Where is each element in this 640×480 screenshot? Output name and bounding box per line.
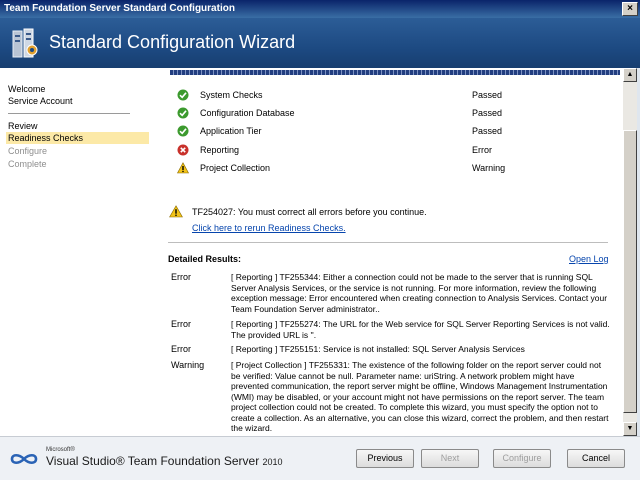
- success-icon: [177, 89, 189, 101]
- success-icon: [177, 125, 189, 137]
- check-row: Configuration Database Passed: [177, 107, 617, 121]
- product-brand: Visual Studio® Team Foundation Server 20…: [46, 454, 283, 468]
- warning-icon: [177, 162, 189, 174]
- check-row: Project Collection Warning: [177, 162, 617, 176]
- previous-button[interactable]: Previous: [356, 449, 414, 468]
- check-name: Project Collection: [200, 163, 271, 173]
- check-row: Application Tier Passed: [177, 125, 617, 139]
- next-button: Next: [421, 449, 479, 468]
- wizard-steps-sidebar: Welcome Service Account Review Readiness…: [0, 68, 155, 436]
- check-status: Passed: [472, 90, 503, 100]
- warning-icon: [169, 205, 183, 218]
- progress-bar: [170, 70, 620, 75]
- check-status: Passed: [472, 108, 503, 118]
- check-row: Reporting Error: [177, 144, 617, 158]
- open-log-link[interactable]: Open Log: [569, 254, 609, 264]
- wizard-footer: Microsoft® Visual Studio® Team Foundatio…: [0, 436, 640, 480]
- step-readiness-checks[interactable]: Readiness Checks: [6, 132, 149, 144]
- step-welcome[interactable]: Welcome: [8, 83, 45, 95]
- scroll-up-button[interactable]: ▲: [623, 68, 637, 82]
- step-service-account[interactable]: Service Account: [8, 95, 73, 107]
- wizard-title: Standard Configuration Wizard: [49, 32, 296, 52]
- check-status: Passed: [472, 126, 503, 136]
- window-titlebar: Team Foundation Server Standard Configur…: [0, 0, 640, 18]
- cancel-button[interactable]: Cancel: [567, 449, 625, 468]
- errors-message: TF254027: You must correct all errors be…: [192, 207, 427, 217]
- server-config-icon: [12, 28, 38, 58]
- detail-type: Error: [171, 344, 191, 354]
- detailed-results-heading: Detailed Results:: [168, 254, 242, 264]
- check-name: Reporting: [200, 145, 240, 155]
- window-title: Team Foundation Server Standard Configur…: [4, 3, 235, 14]
- results-scrollbar[interactable]: ▲ ▼: [623, 68, 637, 436]
- check-status: Error: [472, 145, 492, 155]
- section-divider: [168, 242, 608, 243]
- rerun-checks-link[interactable]: Click here to rerun Readiness Checks.: [192, 223, 346, 233]
- product-name: Visual Studio® Team Foundation Server: [46, 454, 260, 468]
- detail-text: [ Reporting ] TF255151: Service is not i…: [231, 344, 525, 354]
- close-window-button[interactable]: ×: [622, 2, 638, 16]
- check-status: Warning: [472, 163, 506, 173]
- scroll-down-button[interactable]: ▼: [623, 422, 637, 436]
- error-icon: [177, 144, 189, 156]
- step-review[interactable]: Review: [8, 120, 38, 132]
- configure-button: Configure: [493, 449, 551, 468]
- step-configure: Configure: [8, 146, 48, 156]
- microsoft-label: Microsoft®: [46, 447, 75, 453]
- check-name: System Checks: [200, 90, 263, 100]
- visual-studio-logo-icon: [10, 453, 38, 465]
- step-complete: Complete: [8, 159, 47, 169]
- detail-text: [ Reporting ] TF255344: Either a connect…: [231, 272, 608, 314]
- sidebar-divider: [8, 113, 130, 114]
- detail-type: Error: [171, 319, 191, 329]
- check-name: Configuration Database: [200, 108, 295, 118]
- detail-text: [ Reporting ] TF255274: The URL for the …: [231, 319, 610, 340]
- detail-type: Error: [171, 272, 191, 282]
- detail-type: Warning: [171, 360, 205, 370]
- success-icon: [177, 107, 189, 119]
- check-name: Application Tier: [200, 126, 262, 136]
- detail-text: [ Project Collection ] TF255331: The exi…: [231, 360, 609, 433]
- readiness-results-panel: System Checks Passed Configuration Datab…: [155, 68, 623, 436]
- product-year: 2010: [262, 457, 283, 467]
- check-row: System Checks Passed: [177, 89, 617, 103]
- scroll-thumb[interactable]: [623, 130, 637, 413]
- wizard-header: Standard Configuration Wizard: [0, 18, 640, 68]
